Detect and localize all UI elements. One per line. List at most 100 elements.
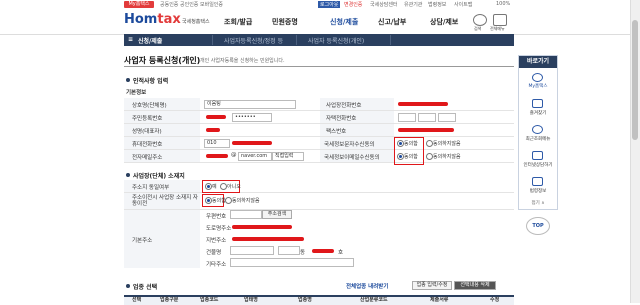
redaction-mark — [398, 128, 454, 132]
top-link-agencies[interactable]: 유관기관 — [404, 1, 422, 8]
star-icon[interactable] — [532, 99, 543, 108]
building-name-label: 건물명 — [206, 250, 222, 256]
breadcrumb-item-1[interactable]: 사업자등록신청/정정 등 — [224, 36, 283, 45]
home-phone-1[interactable] — [398, 113, 416, 122]
quick-favorites[interactable]: 즐겨찾기 — [519, 110, 557, 116]
user-icon[interactable] — [532, 73, 543, 82]
auto-transfer-label: 주소이전시 사업장 소재지 자동이전 — [132, 195, 198, 207]
menu-icon[interactable] — [493, 14, 507, 26]
fax-label: 팩스번호 — [326, 129, 347, 135]
email-disagree-radio[interactable] — [426, 153, 433, 160]
etc-address-input[interactable] — [230, 258, 354, 267]
redaction-mark — [232, 225, 292, 229]
nav-inquiry[interactable]: 조회/발급 — [224, 17, 252, 27]
email-domain-select[interactable]: 직접입력 — [272, 152, 304, 161]
redaction-mark — [398, 102, 448, 106]
home-phone-3[interactable] — [438, 113, 456, 122]
title-divider — [124, 66, 514, 67]
download-all-industries-link[interactable]: 전체업종 내려받기 — [346, 282, 388, 290]
section-personal-title: 인적사항 입력 — [133, 78, 169, 85]
nav-apply[interactable]: 신청/제출 — [330, 17, 358, 27]
mobile-prefix-select[interactable]: 010 — [204, 139, 230, 148]
top-link-center[interactable]: 국세상담센터 — [370, 1, 398, 8]
zip-label: 우편번호 — [206, 214, 227, 220]
chat-icon[interactable] — [532, 151, 543, 160]
book-icon[interactable] — [532, 177, 543, 186]
sms-agree-text: 동의함 — [404, 141, 418, 147]
quick-fold[interactable]: 접기 ∧ — [519, 200, 557, 206]
nav-consult[interactable]: 상담/제보 — [430, 17, 458, 27]
redaction-mark — [312, 249, 334, 253]
redaction-mark — [206, 115, 226, 119]
top-link-1[interactable]: 공동인증 — [160, 1, 178, 8]
search-icon[interactable] — [473, 14, 487, 26]
menu-icon-label: 전체메뉴 — [490, 26, 505, 31]
home-phone-2[interactable] — [418, 113, 436, 122]
top-link-sitemap[interactable]: 사이트맵 — [454, 1, 472, 8]
quick-my-hometax[interactable]: My홈택스 — [519, 83, 557, 89]
email-agree-radio[interactable] — [397, 153, 404, 160]
scrollbar-thumb[interactable] — [632, 20, 638, 140]
quick-law[interactable]: 법령정보 — [519, 188, 557, 194]
page-subtitle: 개인 사업자등록을 신청하는 민원입니다. — [200, 58, 285, 64]
breadcrumb-divider — [296, 35, 297, 45]
jibun-address-label: 지번주소 — [206, 238, 227, 244]
business-name-input[interactable]: 이음팅 — [204, 100, 296, 109]
col-documents: 제출서류 — [430, 297, 449, 303]
sms-disagree-text: 동의하지않음 — [433, 141, 461, 147]
sms-agree-radio[interactable] — [397, 140, 404, 147]
auto-transfer-agree-radio[interactable] — [205, 197, 212, 204]
ho-label: 호 — [338, 250, 344, 256]
section-industry-title: 업종 선택 — [133, 284, 158, 291]
road-address-label: 도로명주소 — [206, 226, 232, 232]
rrn-back-input[interactable]: ••••••• — [232, 113, 272, 122]
hometax-logo[interactable]: Homtax — [124, 12, 181, 27]
top-link-2[interactable]: 공인인증 — [180, 1, 198, 8]
logo-part-b: tax — [157, 12, 181, 27]
site-header — [0, 10, 640, 35]
dong-label: 동 — [300, 250, 306, 256]
redaction-mark — [232, 237, 304, 241]
section-bullet — [126, 284, 130, 288]
clock-icon[interactable] — [532, 125, 543, 134]
col-industry-class: 산업분류코드 — [360, 297, 388, 303]
building-name-input[interactable] — [230, 246, 274, 255]
same-address-no-text: 아니오 — [227, 184, 241, 190]
nav-report-pay[interactable]: 신고/납부 — [378, 17, 406, 27]
business-name-label: 상호명(단체명) — [132, 103, 167, 109]
breadcrumb-divider — [212, 35, 213, 45]
email-domain-input[interactable]: naver.com — [238, 152, 272, 161]
logout-button[interactable]: 로그아웃 — [318, 1, 341, 8]
top-link-change-cert[interactable]: 변경인증 — [344, 1, 362, 8]
same-address-no-radio[interactable] — [220, 183, 227, 190]
delete-selection-button[interactable]: 선택내용 삭제 — [454, 281, 496, 290]
zip-input[interactable] — [230, 210, 262, 219]
sms-disagree-radio[interactable] — [426, 140, 433, 147]
dong-input[interactable] — [278, 246, 300, 255]
email-agree-text: 동의함 — [404, 154, 418, 160]
redaction-mark — [206, 154, 228, 158]
nav-certificate[interactable]: 민원증명 — [272, 17, 298, 27]
industry-edit-button[interactable]: 업종 입력/수정 — [412, 281, 452, 290]
auto-transfer-agree-text: 동의함 — [212, 198, 226, 204]
zoom-level[interactable]: 100% — [496, 1, 510, 7]
same-address-yes-radio[interactable] — [205, 183, 212, 190]
quick-recent[interactable]: 최근조회메뉴 — [519, 136, 557, 142]
top-link-3[interactable]: 모바일인증 — [200, 1, 223, 8]
email-disagree-text: 동의하지않음 — [433, 154, 461, 160]
quick-consult[interactable]: 인터넷상담하기 — [519, 162, 557, 168]
etc-address-label: 기타주소 — [206, 262, 227, 268]
redaction-mark — [206, 128, 220, 132]
breadcrumb-menu[interactable]: 신청/제출 — [138, 36, 162, 45]
business-phone-label: 사업장전화번호 — [326, 103, 362, 109]
address-search-button[interactable]: 주소검색 — [262, 210, 292, 219]
auto-transfer-disagree-radio[interactable] — [225, 197, 232, 204]
my-hometax-badge[interactable]: My홈택스 — [124, 1, 154, 8]
scroll-top-button[interactable]: TOP — [526, 217, 550, 235]
hamburger-icon[interactable]: ≡ — [128, 36, 133, 43]
sms-agree-label: 국세정보문자수신동의 — [324, 142, 375, 148]
home-phone-label: 자택전화번호 — [326, 116, 357, 122]
logo-part-a: Hom — [124, 12, 158, 27]
breadcrumb-item-2[interactable]: 사업자 등록신청(개인) — [308, 36, 364, 45]
top-link-law[interactable]: 법령정보 — [428, 1, 446, 8]
